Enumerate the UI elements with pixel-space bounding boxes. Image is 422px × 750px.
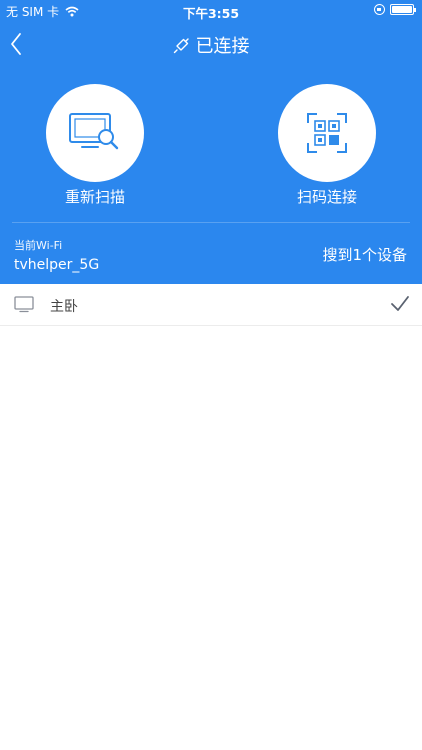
tv-icon	[14, 296, 34, 313]
rescan-label: 重新扫描	[64, 188, 125, 206]
checkmark-icon	[391, 296, 409, 311]
qr-circle	[278, 84, 376, 182]
device-name: 主卧	[50, 299, 78, 315]
nav-title-group: 已连接	[0, 32, 422, 58]
orientation-lock-icon	[374, 4, 385, 15]
status-time: 下午3:55	[182, 6, 240, 21]
nav-bar: 已连接	[0, 22, 422, 66]
device-count-text: 搜到1个设备	[322, 246, 407, 264]
wifi-caption: 当前Wi-Fi	[14, 239, 63, 252]
header-area: 无 SIM 卡 下午3:55 已连接 重新扫描 扫码连接 当前Wi-Fi tvh…	[0, 0, 422, 284]
page-title: 已连接	[195, 36, 250, 57]
device-list-item[interactable]: 主卧	[0, 284, 422, 326]
scan-qr-label: 扫码连接	[296, 188, 357, 206]
rescan-button[interactable]: 重新扫描	[25, 84, 165, 208]
status-bar: 无 SIM 卡 下午3:55	[0, 0, 422, 22]
link-icon	[173, 37, 189, 53]
qr-scan-icon	[307, 113, 347, 153]
scan-qr-button[interactable]: 扫码连接	[257, 84, 397, 208]
monitor-search-icon	[69, 113, 119, 150]
header-divider	[12, 222, 410, 223]
rescan-circle	[46, 84, 144, 182]
wifi-name: tvhelper_5G	[14, 257, 100, 273]
battery-icon	[390, 4, 416, 15]
status-right	[374, 4, 416, 15]
